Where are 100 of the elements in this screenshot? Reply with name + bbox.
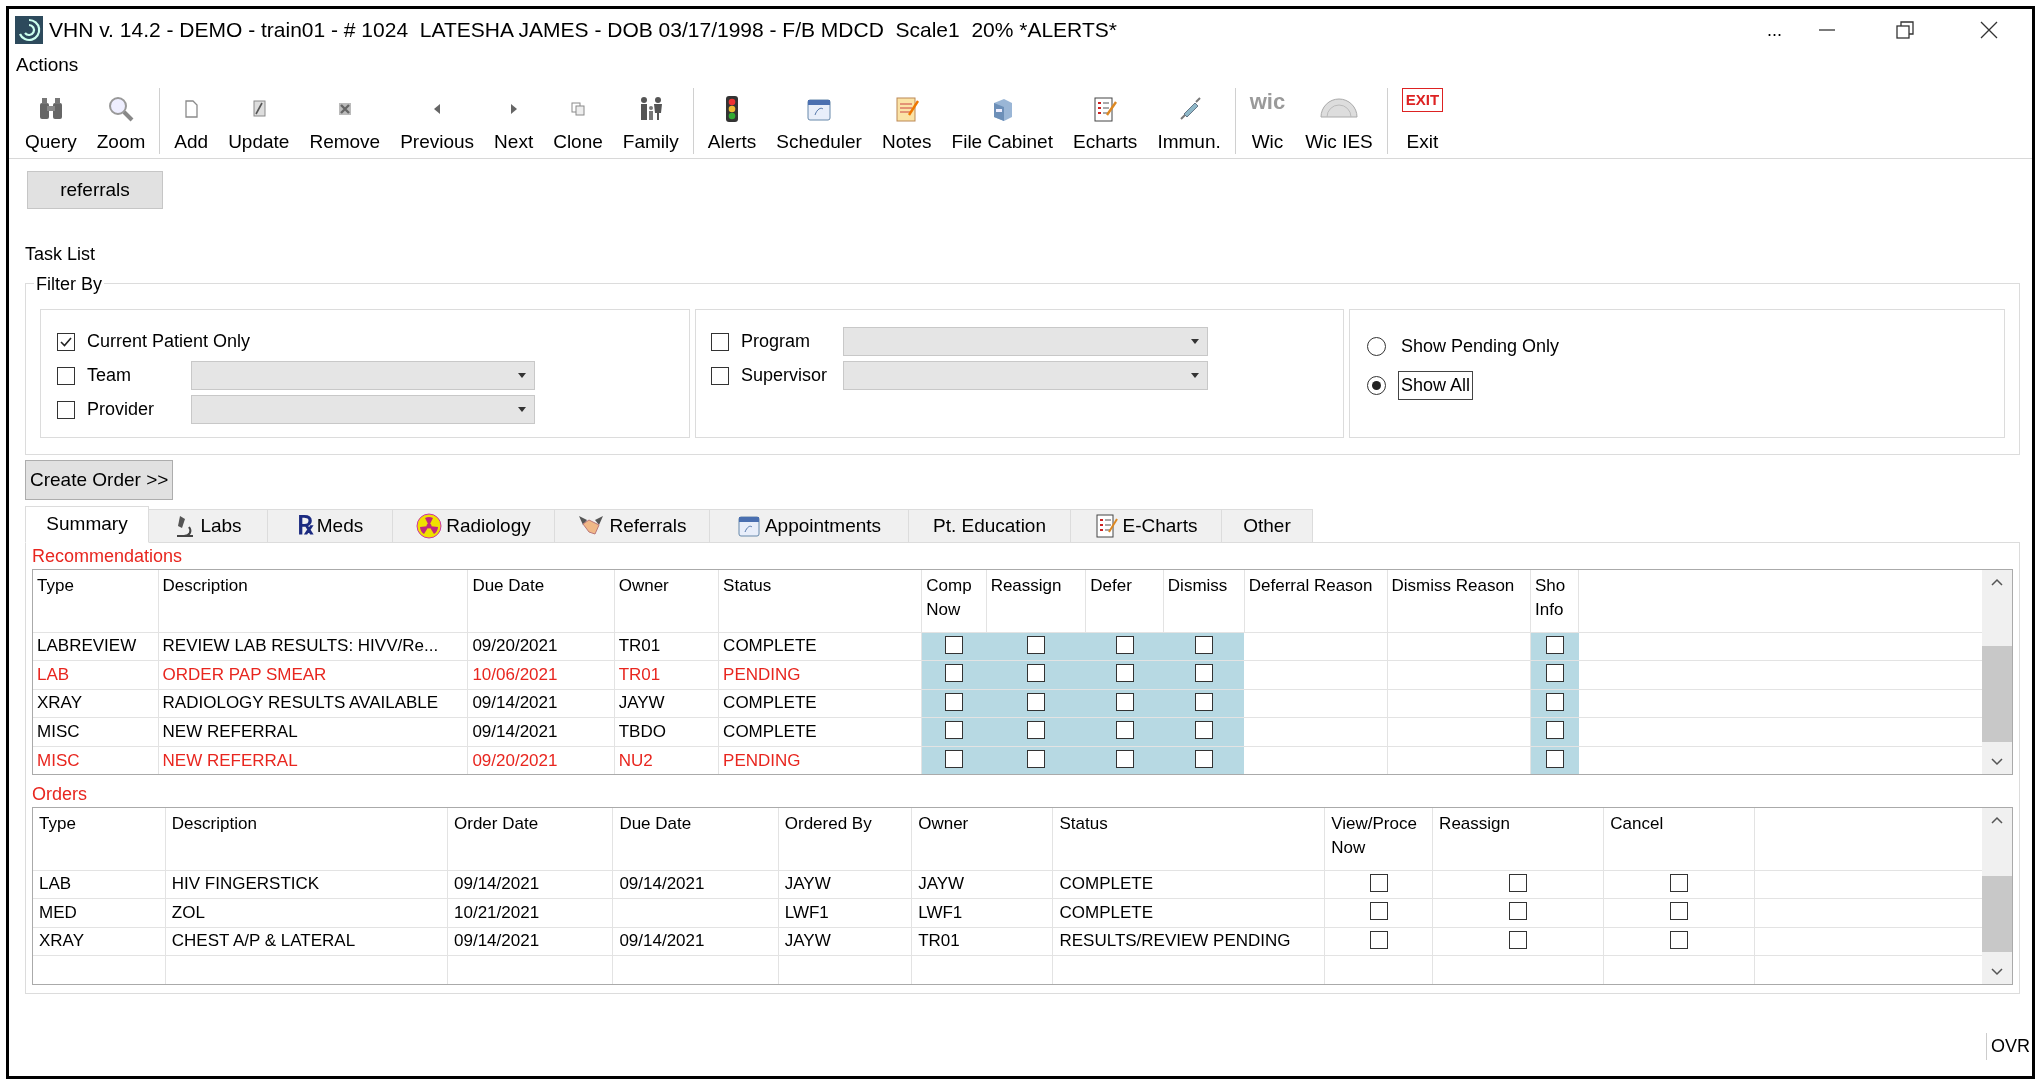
checkbox[interactable] xyxy=(1115,664,1134,683)
toolbar-button[interactable]: File Cabinet xyxy=(941,88,1063,154)
toolbar-button[interactable]: EXIT Exit xyxy=(1391,88,1454,154)
toolbar-button[interactable]: Zoom xyxy=(86,88,156,154)
scrollbar[interactable] xyxy=(1982,570,2012,774)
toolbar-button[interactable]: Remove xyxy=(299,88,391,154)
checkbox[interactable] xyxy=(1545,721,1564,740)
toolbar-button[interactable]: Query xyxy=(15,88,87,154)
checkbox[interactable] xyxy=(1369,930,1388,949)
toolbar-button[interactable]: Add xyxy=(164,88,219,154)
tab[interactable]: Labs xyxy=(149,509,268,543)
menu-item[interactable]: Actions xyxy=(16,50,91,80)
checkbox[interactable] xyxy=(1509,873,1528,892)
create-order-button[interactable]: Create Order >> xyxy=(25,460,174,500)
checkbox[interactable] xyxy=(1509,930,1528,949)
column-header[interactable]: Deferral Reason xyxy=(1244,570,1387,632)
column-header[interactable]: Sho Info xyxy=(1530,570,1579,632)
toolbar-button[interactable]: Notes xyxy=(871,88,942,154)
checkbox[interactable] xyxy=(1194,635,1213,654)
checkbox[interactable] xyxy=(1369,873,1388,892)
checkbox[interactable] xyxy=(1194,721,1213,740)
checkbox[interactable] xyxy=(1115,750,1134,768)
referrals-button[interactable]: referrals xyxy=(27,171,163,209)
checkbox[interactable] xyxy=(945,692,964,711)
checkbox[interactable] xyxy=(57,366,75,385)
toolbar-button[interactable]: Immun. xyxy=(1147,88,1231,154)
checkbox[interactable] xyxy=(1027,750,1045,768)
toolbar-button[interactable]: Family xyxy=(612,88,689,154)
checkbox[interactable] xyxy=(1545,692,1564,711)
toolbar-button[interactable]: Next xyxy=(484,88,544,154)
column-header[interactable]: Dismiss Reason xyxy=(1387,570,1531,632)
checkbox[interactable] xyxy=(1027,664,1045,683)
column-header[interactable]: Status xyxy=(718,570,922,632)
checkbox[interactable] xyxy=(57,332,75,351)
scrollbar[interactable] xyxy=(1982,808,2012,984)
checkbox[interactable] xyxy=(945,635,964,654)
checkbox[interactable] xyxy=(1194,750,1213,768)
checkbox[interactable] xyxy=(1669,873,1688,892)
toolbar-button[interactable]: Echarts xyxy=(1062,88,1148,154)
column-header[interactable]: Type xyxy=(33,808,166,870)
column-header[interactable]: Type xyxy=(33,570,159,632)
column-header[interactable]: Defer xyxy=(1085,570,1164,632)
column-header[interactable]: Description xyxy=(165,808,448,870)
checkbox[interactable] xyxy=(945,750,964,768)
column-header[interactable]: Owner xyxy=(911,808,1053,870)
scroll-thumb[interactable] xyxy=(1982,646,2012,742)
restore-icon[interactable] xyxy=(1896,21,1914,39)
checkbox[interactable] xyxy=(1545,750,1564,768)
column-header[interactable]: Owner xyxy=(614,570,719,632)
checkbox[interactable] xyxy=(1027,635,1045,654)
close-icon[interactable] xyxy=(1980,21,1998,39)
checkbox[interactable] xyxy=(1545,664,1564,683)
column-header[interactable]: Order Date xyxy=(447,808,613,870)
tab[interactable]: E-Charts xyxy=(1071,509,1222,543)
toolbar-button[interactable]: Wic IES xyxy=(1295,88,1383,154)
tab[interactable]: Radiology xyxy=(393,509,555,543)
overflow-menu[interactable]: ... xyxy=(1767,16,1782,44)
checkbox[interactable] xyxy=(1545,635,1564,654)
checkbox[interactable] xyxy=(1115,635,1134,654)
tab[interactable]: Referrals xyxy=(555,509,710,543)
column-header[interactable]: Dismiss xyxy=(1163,570,1245,632)
tab[interactable]: Other xyxy=(1222,509,1313,543)
checkbox[interactable] xyxy=(1194,692,1213,711)
checkbox[interactable] xyxy=(1115,692,1134,711)
checkbox[interactable] xyxy=(57,400,75,419)
checkbox[interactable] xyxy=(1369,902,1388,921)
radio-button[interactable] xyxy=(1367,375,1386,395)
toolbar-button[interactable]: wic Wic xyxy=(1239,88,1296,154)
checkbox[interactable] xyxy=(945,664,964,683)
toolbar-button[interactable]: Alerts xyxy=(697,88,767,154)
checkbox[interactable] xyxy=(1027,692,1045,711)
checkbox[interactable] xyxy=(1115,721,1134,740)
toolbar-button[interactable]: Scheduler xyxy=(766,88,872,154)
column-header[interactable]: Ordered By xyxy=(778,808,912,870)
toolbar-button[interactable]: Clone xyxy=(543,88,613,154)
scroll-thumb[interactable] xyxy=(1982,876,2012,952)
checkbox[interactable] xyxy=(1509,902,1528,921)
checkbox[interactable] xyxy=(1669,930,1688,949)
column-header[interactable]: Description xyxy=(158,570,468,632)
tab[interactable]: Pt. Education xyxy=(909,509,1071,543)
column-header[interactable]: Due Date xyxy=(467,570,615,632)
checkbox[interactable] xyxy=(711,366,729,385)
toolbar-button[interactable]: Previous xyxy=(390,88,485,154)
column-header[interactable]: Cancel xyxy=(1603,808,1754,870)
checkbox[interactable] xyxy=(1027,721,1045,740)
checkbox[interactable] xyxy=(1194,664,1213,683)
checkbox[interactable] xyxy=(1669,902,1688,921)
radio-button[interactable] xyxy=(1367,336,1386,356)
toolbar-button[interactable]: Update xyxy=(218,88,300,154)
tab[interactable]: Summary xyxy=(25,506,149,543)
checkbox[interactable] xyxy=(945,721,964,740)
column-header[interactable]: View/Proce Now xyxy=(1324,808,1433,870)
tab[interactable]: Appointments xyxy=(710,509,909,543)
checkbox[interactable] xyxy=(711,332,729,351)
column-header[interactable]: Reassign xyxy=(1432,808,1604,870)
tab[interactable]: ℞Meds xyxy=(268,509,393,543)
column-header[interactable]: Reassign xyxy=(986,570,1086,632)
column-header[interactable]: Due Date xyxy=(612,808,779,870)
column-header[interactable]: Status xyxy=(1052,808,1325,870)
column-header[interactable]: Comp Now xyxy=(921,570,987,632)
